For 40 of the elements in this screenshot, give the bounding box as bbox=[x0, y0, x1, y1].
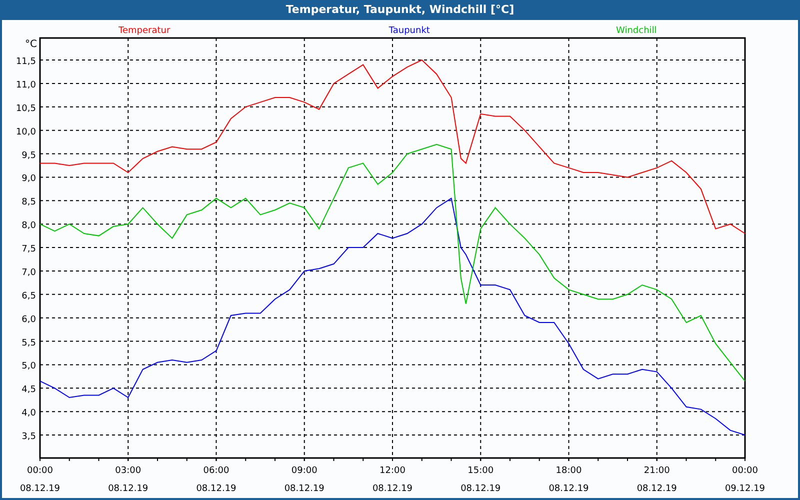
window-title: Temperatur, Taupunkt, Windchill [°C] bbox=[284, 2, 516, 18]
x-tick-time: 09:00 bbox=[291, 466, 318, 476]
y-tick-label: 11,5 bbox=[16, 57, 36, 68]
x-tick-time: 00:00 bbox=[27, 466, 53, 476]
y-tick-label: 10,0 bbox=[16, 127, 36, 138]
y-tick-label: 7,0 bbox=[22, 268, 36, 278]
x-tick-date: 09.12.19 bbox=[724, 484, 766, 494]
x-tick-time: 18:00 bbox=[556, 466, 582, 476]
legend-label: Temperatur bbox=[118, 26, 170, 36]
y-tick-label: 9,0 bbox=[22, 174, 36, 184]
x-tick-time: 03:00 bbox=[115, 466, 142, 476]
y-tick-label: 7,5 bbox=[22, 244, 36, 255]
y-tick-label: 10,5 bbox=[16, 104, 36, 114]
x-tick-date: 08.12.19 bbox=[20, 484, 60, 494]
legend-label: Windchill bbox=[616, 26, 657, 36]
y-tick-label: 11,0 bbox=[16, 80, 36, 90]
y-tick-label: 4,5 bbox=[22, 385, 36, 396]
y-axis-unit: °C bbox=[25, 39, 37, 50]
y-tick-label: 6,5 bbox=[22, 291, 36, 302]
x-tick-time: 21:00 bbox=[644, 466, 670, 476]
x-tick-date: 08.12.19 bbox=[372, 484, 413, 494]
y-tick-label: 6,0 bbox=[22, 314, 36, 325]
y-tick-label: 4,0 bbox=[22, 408, 36, 419]
y-tick-label: 5,5 bbox=[22, 338, 36, 348]
x-tick-time: 15:00 bbox=[468, 466, 494, 476]
y-tick-label: 5,0 bbox=[22, 362, 36, 372]
x-tick-date: 08.12.19 bbox=[284, 484, 324, 494]
y-tick-label: 9,5 bbox=[22, 150, 36, 161]
x-tick-time: 12:00 bbox=[380, 466, 406, 476]
x-tick-date: 08.12.19 bbox=[196, 484, 236, 494]
x-tick-date: 08.12.19 bbox=[548, 484, 589, 494]
x-tick-date: 08.12.19 bbox=[460, 484, 501, 494]
y-tick-label: 8,0 bbox=[22, 221, 36, 232]
x-tick-time: 00:00 bbox=[732, 466, 758, 476]
y-tick-label: 8,5 bbox=[22, 198, 36, 208]
legend-label: Taupunkt bbox=[388, 26, 430, 36]
x-tick-date: 08.12.19 bbox=[108, 484, 148, 494]
x-tick-date: 08.12.19 bbox=[636, 484, 677, 494]
y-tick-label: 3,5 bbox=[22, 432, 36, 442]
x-tick-time: 06:00 bbox=[203, 466, 230, 476]
